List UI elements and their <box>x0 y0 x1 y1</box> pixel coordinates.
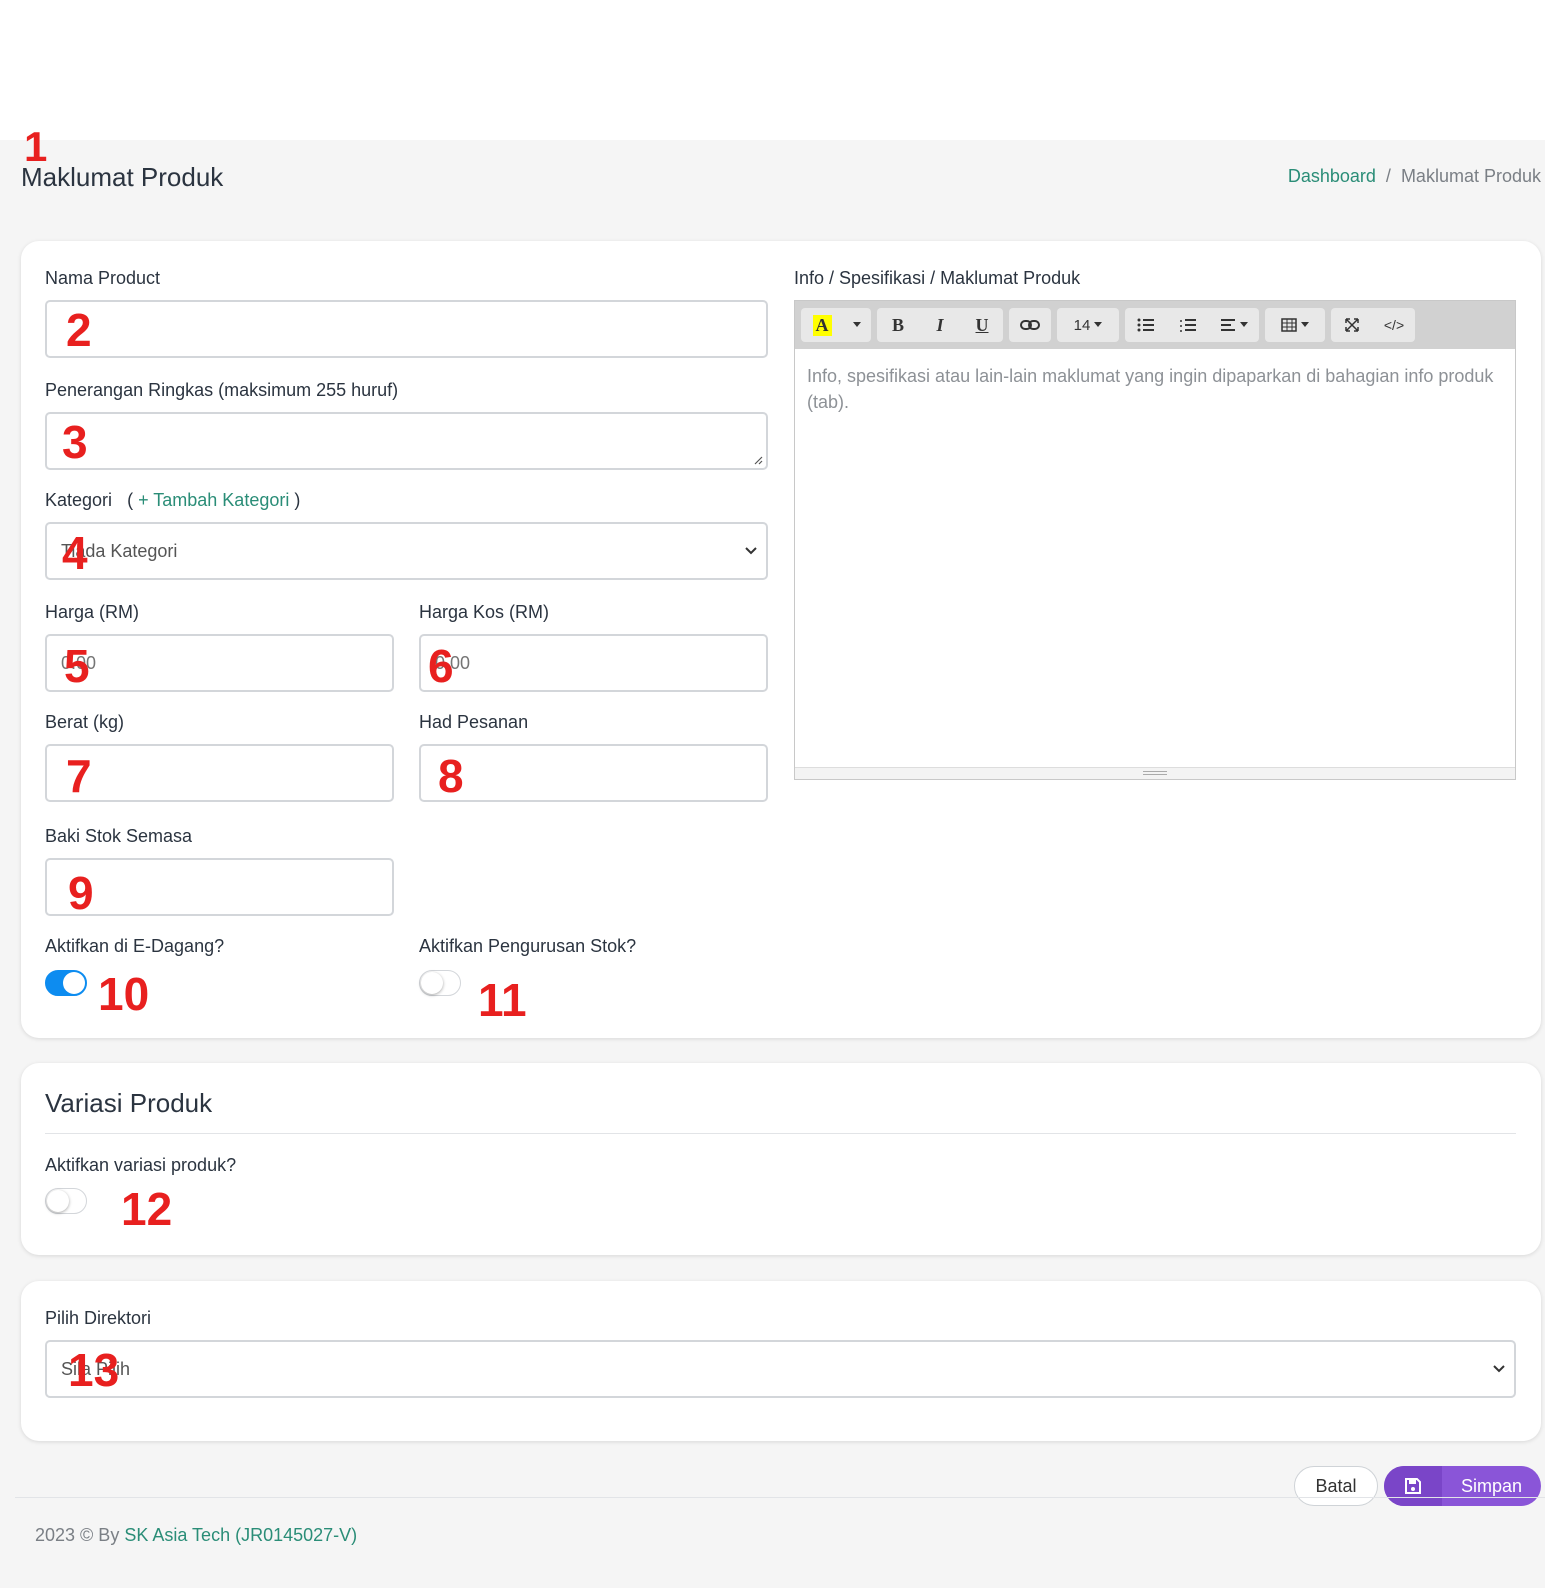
harga-label: Harga (RM) <box>45 602 140 622</box>
chevron-down-icon <box>1493 1365 1505 1373</box>
kategori-add-close: ) <box>294 490 301 510</box>
caret-down-icon <box>1240 322 1248 327</box>
had-pesanan-input[interactable] <box>419 744 768 802</box>
rich-text-editor: A B I U 14 </> Info, spesifikasi atau la… <box>794 300 1516 780</box>
page-title: Maklumat Produk <box>21 162 224 192</box>
variasi-toggle[interactable] <box>45 1188 87 1214</box>
editor-label: Info / Spesifikasi / Maklumat Produk <box>794 268 1081 288</box>
footer: 2023 © By SK Asia Tech (JR0145027-V) <box>35 1525 357 1546</box>
toggle-knob <box>421 972 443 994</box>
baki-stok-label: Baki Stok Semasa <box>45 826 193 846</box>
berat-label: Berat (kg) <box>45 712 125 732</box>
underline-button[interactable]: U <box>961 308 1003 342</box>
bullet-list-button[interactable] <box>1125 308 1167 342</box>
numbered-list-icon <box>1180 319 1196 332</box>
bold-icon: B <box>891 314 904 335</box>
caret-down-icon <box>1094 322 1103 327</box>
section-divider <box>45 1133 1516 1134</box>
nama-product-input[interactable] <box>45 300 768 358</box>
footer-company-link[interactable]: SK Asia Tech (JR0145027-V) <box>124 1525 357 1545</box>
direktori-select[interactable]: Sila Pilih <box>45 1340 1516 1398</box>
underline-icon: U <box>975 314 989 335</box>
had-pesanan-label: Had Pesanan <box>419 712 529 732</box>
save-button-label: Simpan <box>1460 1475 1523 1496</box>
chevron-down-icon <box>745 547 757 555</box>
toggle-knob <box>63 972 85 994</box>
breadcrumb-current: Maklumat Produk <box>1400 166 1541 186</box>
kategori-select[interactable]: Tiada Kategori <box>45 522 768 580</box>
baki-stok-input[interactable] <box>45 858 394 916</box>
bullet-list-icon <box>1137 318 1154 332</box>
resize-grip-icon[interactable] <box>753 455 763 465</box>
toolbar-group-view: </> <box>1331 308 1415 342</box>
harga-input[interactable] <box>45 634 394 692</box>
direktori-selected: Sila Pilih <box>61 1358 131 1379</box>
direktori-label: Pilih Direktori <box>45 1308 152 1328</box>
footer-divider <box>15 1497 1545 1498</box>
floppy-disk-icon <box>1384 1466 1442 1506</box>
align-dropdown-button[interactable] <box>1209 308 1259 342</box>
caret-down-icon <box>853 322 861 327</box>
toggle-knob <box>47 1190 69 1212</box>
table-icon <box>1281 318 1297 332</box>
table-dropdown-button[interactable] <box>1265 308 1325 342</box>
toolbar-group-table <box>1265 308 1325 342</box>
toolbar-group-link <box>1009 308 1051 342</box>
italic-button[interactable]: I <box>919 308 961 342</box>
penerangan-textarea[interactable] <box>45 412 768 470</box>
bold-button[interactable]: B <box>877 308 919 342</box>
fullscreen-icon <box>1345 318 1359 332</box>
code-icon: </> <box>1383 317 1405 333</box>
kategori-label-row: Kategori ( + Tambah Kategori ) <box>45 490 300 511</box>
code-view-button[interactable]: </> <box>1373 308 1415 342</box>
kategori-label: Kategori <box>45 490 113 510</box>
variasi-card <box>21 1063 1541 1255</box>
breadcrumb-separator: / <box>1385 166 1391 186</box>
pengurusan-stok-label: Aktifkan Pengurusan Stok? <box>419 936 637 956</box>
font-size-dropdown[interactable]: 14 <box>1057 308 1119 342</box>
resize-handle-icon <box>1143 771 1167 775</box>
toolbar-group-color: A <box>801 308 871 342</box>
breadcrumb: Dashboard / Maklumat Produk <box>1288 166 1541 187</box>
editor-resize-bar[interactable] <box>795 767 1515 779</box>
highlight-color-button[interactable]: A <box>801 308 843 342</box>
font-size-value: 14 <box>1073 316 1091 334</box>
breadcrumb-dashboard-link[interactable]: Dashboard <box>1288 166 1376 187</box>
pengurusan-stok-toggle[interactable] <box>419 970 461 996</box>
harga-kos-input[interactable] <box>419 634 768 692</box>
link-button[interactable] <box>1009 308 1051 342</box>
toolbar-group-style: B I U <box>877 308 1003 342</box>
toolbar-group-fontsize: 14 <box>1057 308 1119 342</box>
tambah-kategori-link[interactable]: + Tambah Kategori <box>138 490 289 510</box>
fullscreen-button[interactable] <box>1331 308 1373 342</box>
footer-copyright: 2023 © By <box>35 1525 120 1545</box>
highlight-icon: A <box>812 314 832 336</box>
italic-icon: I <box>936 314 944 335</box>
kategori-add-open: ( <box>127 490 134 510</box>
berat-input[interactable] <box>45 744 394 802</box>
align-icon <box>1221 319 1235 331</box>
penerangan-label: Penerangan Ringkas (maksimum 255 huruf) <box>45 380 399 400</box>
toolbar-group-lists <box>1125 308 1259 342</box>
harga-kos-label: Harga Kos (RM) <box>419 602 550 622</box>
link-icon <box>1020 320 1040 330</box>
color-dropdown-button[interactable] <box>843 308 871 342</box>
kategori-selected: Tiada Kategori <box>61 540 178 561</box>
caret-down-icon <box>1301 322 1309 327</box>
variasi-label: Aktifkan variasi produk? <box>45 1155 237 1175</box>
editor-content[interactable]: Info, spesifikasi atau lain-lain makluma… <box>795 349 1515 429</box>
edagang-toggle[interactable] <box>45 970 87 996</box>
cancel-button[interactable]: Batal <box>1294 1466 1378 1506</box>
variasi-title: Variasi Produk <box>45 1088 213 1118</box>
save-button[interactable]: Simpan <box>1384 1466 1541 1506</box>
numbered-list-button[interactable] <box>1167 308 1209 342</box>
editor-toolbar: A B I U 14 </> <box>795 301 1515 349</box>
nama-product-label: Nama Product <box>45 268 161 288</box>
edagang-label: Aktifkan di E-Dagang? <box>45 936 225 956</box>
